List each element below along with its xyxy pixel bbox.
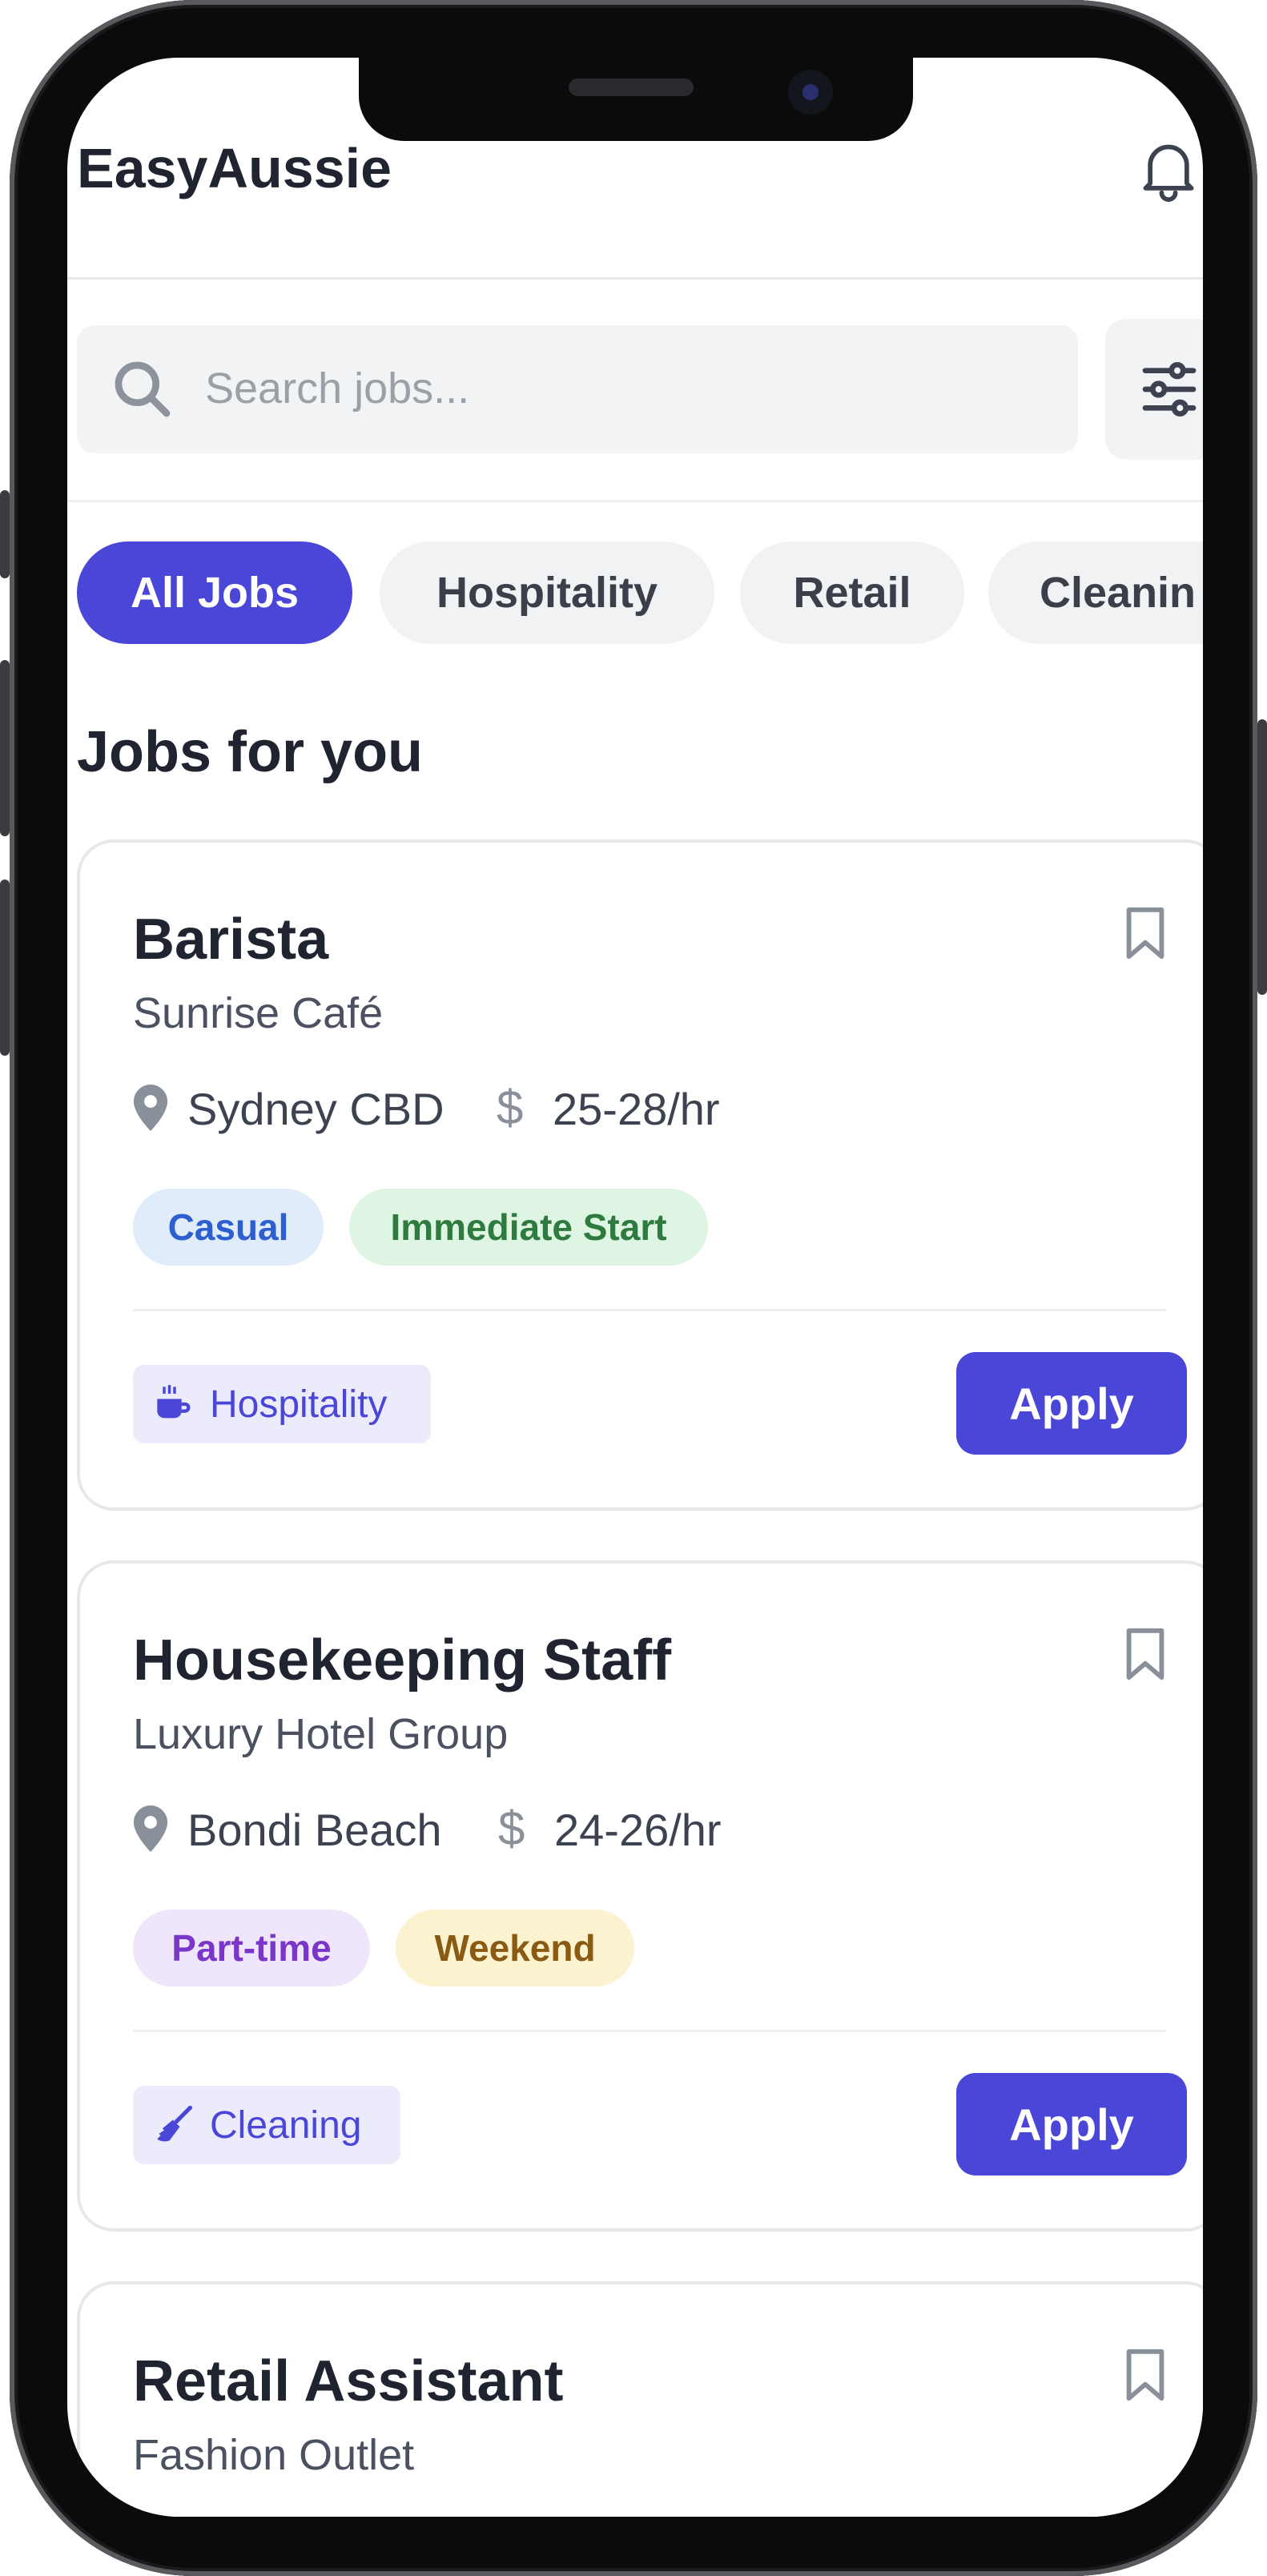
- search-input[interactable]: Search jobs...: [77, 325, 1078, 453]
- bookmark-icon[interactable]: [1121, 1626, 1169, 1682]
- tag-casual: Casual: [133, 1189, 324, 1266]
- filter-button[interactable]: [1105, 319, 1203, 460]
- job-card[interactable]: Retail Assistant Fashion Outlet: [77, 2281, 1203, 2517]
- category-label: Cleaning: [210, 2103, 362, 2147]
- category-chip-cleaning[interactable]: Cleanin: [988, 541, 1203, 644]
- job-pay: 24-26/hr: [554, 1805, 722, 1855]
- category-label: Hospitality: [210, 1383, 388, 1426]
- phone-side-button: [0, 490, 10, 578]
- job-location: Bondi Beach: [187, 1805, 442, 1855]
- notch: [359, 58, 913, 141]
- job-card[interactable]: Housekeeping Staff Luxury Hotel Group Bo…: [77, 1560, 1203, 2232]
- dollar-icon: $: [498, 1801, 525, 1855]
- category-chip-hospitality[interactable]: Hospitality: [380, 541, 714, 644]
- location-pin-icon: [133, 1805, 168, 1852]
- phone-side-button: [0, 660, 10, 836]
- bell-icon[interactable]: [1140, 138, 1197, 202]
- coffee-icon: [157, 1385, 191, 1419]
- tag-immediate-start: Immediate Start: [349, 1189, 708, 1266]
- job-location: Sydney CBD: [187, 1084, 444, 1134]
- apply-button[interactable]: Apply: [956, 2073, 1187, 2176]
- tag-weekend: Weekend: [396, 1910, 634, 1986]
- company-name: Sunrise Café: [133, 989, 384, 1037]
- phone-side-button: [1257, 719, 1267, 995]
- company-name: Fashion Outlet: [133, 2431, 415, 2479]
- category-badge: Hospitality: [133, 1365, 431, 1443]
- bookmark-icon[interactable]: [1121, 2347, 1169, 2403]
- section-title: Jobs for you: [77, 720, 424, 784]
- bookmark-icon[interactable]: [1121, 905, 1169, 961]
- tag-part-time: Part-time: [133, 1910, 370, 1986]
- card-divider: [133, 2030, 1166, 2032]
- category-chip-all-jobs[interactable]: All Jobs: [77, 541, 352, 644]
- job-pay: 25-28/hr: [553, 1084, 720, 1134]
- sliders-icon: [1142, 361, 1197, 417]
- camera-icon: [788, 70, 833, 115]
- job-title: Barista: [133, 908, 329, 972]
- search-placeholder: Search jobs...: [205, 364, 470, 413]
- dollar-icon: $: [497, 1081, 524, 1134]
- job-card[interactable]: Barista Sunrise Café Sydney CBD $ 25-28/…: [77, 839, 1203, 1511]
- category-badge: Cleaning: [133, 2086, 400, 2164]
- phone-side-button: [0, 879, 10, 1056]
- divider: [67, 500, 1203, 502]
- job-title: Retail Assistant: [133, 2349, 564, 2413]
- card-divider: [133, 1309, 1166, 1311]
- apply-button[interactable]: Apply: [956, 1352, 1187, 1455]
- company-name: Luxury Hotel Group: [133, 1710, 509, 1758]
- app-title: EasyAussie: [77, 137, 392, 199]
- location-pin-icon: [133, 1085, 168, 1131]
- category-chip-retail[interactable]: Retail: [740, 541, 964, 644]
- search-icon: [115, 361, 171, 417]
- job-title: Housekeeping Staff: [133, 1628, 672, 1693]
- phone-screen: EasyAussie Search jobs... All Jobs Hospi…: [67, 58, 1203, 2517]
- speaker: [569, 78, 694, 96]
- broom-icon: [157, 2105, 193, 2142]
